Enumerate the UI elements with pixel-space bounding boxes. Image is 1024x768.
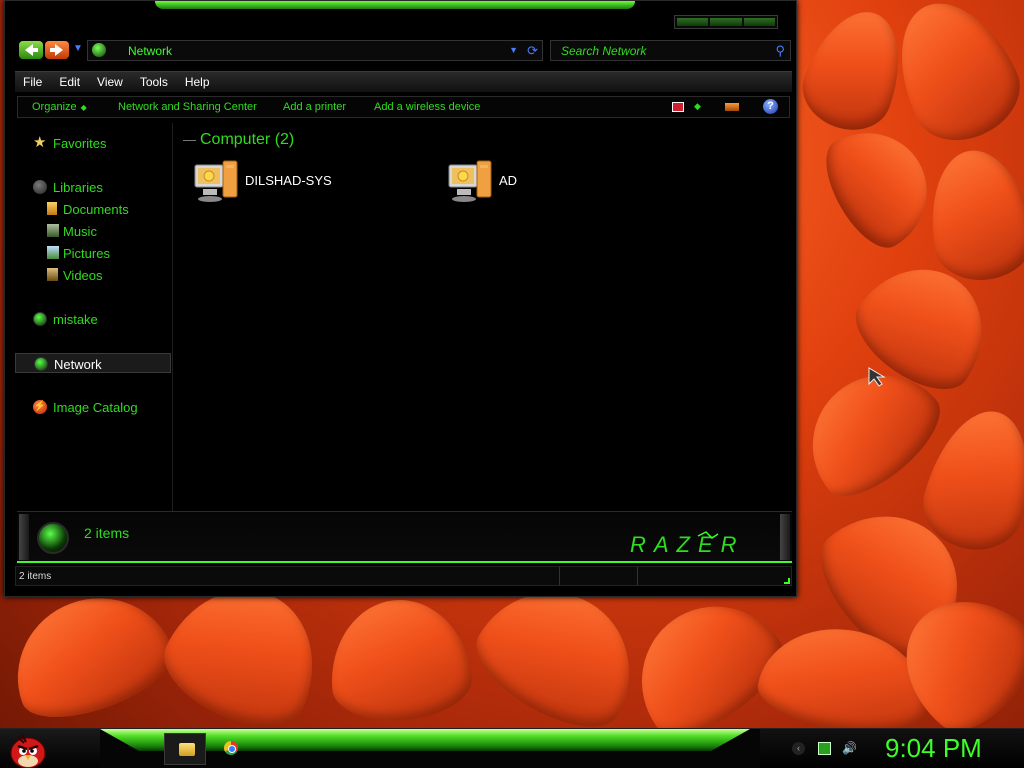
nav-homegroup-label: mistake (53, 312, 98, 327)
nav-network-label: Network (54, 357, 102, 372)
search-placeholder: Search Network (561, 44, 647, 58)
back-arrow-icon (25, 44, 38, 56)
add-wireless-device-button[interactable]: Add a wireless device (374, 101, 480, 113)
svg-text:RAZER: RAZER (630, 532, 745, 557)
address-bar[interactable]: Network ▼ ⟳ (87, 40, 543, 61)
nav-favorites-label: Favorites (53, 136, 107, 151)
nav-libraries[interactable]: Libraries (15, 177, 171, 197)
menu-tools[interactable]: Tools (132, 72, 177, 92)
computer-name: AD (499, 173, 518, 188)
libraries-icon (33, 180, 47, 194)
navigation-pane: ★ Favorites Libraries Documents Music Pi… (15, 123, 173, 511)
start-button[interactable] (8, 731, 48, 768)
view-options-icon[interactable]: ◆ (694, 101, 701, 112)
volume-icon[interactable]: 🔊 (842, 742, 857, 755)
collapse-group-icon[interactable]: — (183, 132, 196, 147)
menu-edit[interactable]: Edit (51, 72, 89, 92)
menu-file[interactable]: File (15, 72, 51, 92)
explorer-window[interactable]: ▼ Network ▼ ⟳ Search Network ⚲ File Edit… (4, 0, 797, 597)
image-catalog-icon: ⚡ (33, 400, 47, 414)
network-orb-icon (37, 522, 69, 554)
nav-image-catalog[interactable]: ⚡ Image Catalog (15, 397, 171, 417)
organize-dropdown-icon: ◆ (80, 103, 87, 112)
nav-image-catalog-label: Image Catalog (53, 400, 138, 415)
nav-documents[interactable]: Documents (15, 199, 171, 219)
nav-libraries-label: Libraries (53, 180, 103, 195)
network-status-icon[interactable] (818, 742, 831, 755)
pictures-icon (47, 246, 59, 259)
nav-music[interactable]: Music (15, 221, 171, 241)
group-header[interactable]: — Computer (2) (183, 131, 294, 149)
show-hidden-icons-icon[interactable]: ‹ (792, 742, 805, 755)
homegroup-icon (33, 312, 47, 326)
taskbar: ‹ 🔊 9:04 PM (0, 728, 1024, 768)
navigation-row: ▼ Network ▼ ⟳ Search Network ⚲ (15, 39, 792, 63)
minimize-button[interactable] (677, 18, 709, 26)
taskbar-explorer-button[interactable] (164, 733, 206, 765)
resize-grip[interactable] (784, 578, 790, 584)
add-printer-button[interactable]: Add a printer (283, 101, 346, 113)
window-controls[interactable] (674, 15, 778, 29)
details-item-count: 2 items (84, 525, 130, 541)
computer-icon (448, 160, 492, 202)
music-icon (47, 224, 59, 237)
nav-documents-label: Documents (63, 202, 129, 217)
content-pane[interactable]: — Computer (2) DILSHAD-SYS AD (177, 123, 791, 511)
system-tray: ‹ 🔊 9:04 PM (760, 729, 1024, 768)
network-icon (34, 357, 48, 371)
nav-pictures[interactable]: Pictures (15, 243, 171, 263)
nav-favorites[interactable]: ★ Favorites (15, 133, 171, 153)
search-icon[interactable]: ⚲ (775, 43, 785, 59)
maximize-button[interactable] (710, 18, 742, 26)
nav-pictures-label: Pictures (63, 246, 110, 261)
network-sharing-center-button[interactable]: Network and Sharing Center (118, 101, 257, 113)
search-input[interactable]: Search Network ⚲ (550, 40, 791, 61)
details-pane: 2 items RAZER (17, 511, 792, 563)
recent-pages-dropdown[interactable]: ▼ (73, 43, 83, 54)
organize-button[interactable]: Organize ◆ (32, 101, 87, 113)
close-button[interactable] (743, 18, 775, 26)
computer-icon (194, 160, 238, 202)
command-bar: Organize ◆ Network and Sharing Center Add… (17, 96, 790, 118)
computer-name: DILSHAD-SYS (245, 173, 332, 188)
menu-view[interactable]: View (89, 72, 132, 92)
address-dropdown-icon[interactable]: ▼ (509, 45, 518, 55)
nav-videos[interactable]: Videos (15, 265, 171, 285)
computer-item[interactable]: DILSHAD-SYS (193, 159, 393, 203)
status-separator (637, 567, 638, 585)
documents-icon (47, 202, 57, 215)
taskbar-chrome-button[interactable] (224, 741, 238, 755)
videos-icon (47, 268, 58, 281)
menu-bar: File Edit View Tools Help (15, 71, 792, 92)
forward-arrow-icon (50, 44, 63, 56)
title-accent-bar (155, 1, 635, 9)
preview-pane-icon[interactable] (725, 103, 739, 111)
status-bar: 2 items (15, 566, 792, 586)
address-text: Network (128, 44, 173, 58)
nav-music-label: Music (63, 224, 97, 239)
nav-videos-label: Videos (63, 268, 103, 283)
refresh-icon[interactable]: ⟳ (527, 43, 538, 59)
details-right-border (780, 514, 790, 560)
menu-help[interactable]: Help (177, 72, 219, 92)
star-icon: ★ (33, 134, 47, 151)
status-text: 2 items (19, 571, 52, 582)
folder-icon (179, 743, 195, 756)
network-globe-icon (92, 43, 106, 57)
nav-network[interactable]: Network (15, 353, 171, 373)
back-button[interactable] (19, 41, 43, 59)
forward-button[interactable] (45, 41, 69, 59)
clock[interactable]: 9:04 PM (885, 733, 982, 764)
change-view-icon[interactable] (672, 102, 684, 112)
computer-item[interactable]: AD (447, 159, 647, 203)
group-title: Computer (2) (200, 131, 295, 148)
razer-logo: RAZER (630, 531, 745, 557)
status-separator (559, 567, 560, 585)
details-left-border (19, 514, 29, 560)
nav-homegroup[interactable]: mistake (15, 309, 171, 329)
organize-label: Organize (32, 101, 77, 113)
mouse-cursor-icon (868, 367, 886, 387)
help-icon[interactable]: ? (763, 99, 778, 114)
